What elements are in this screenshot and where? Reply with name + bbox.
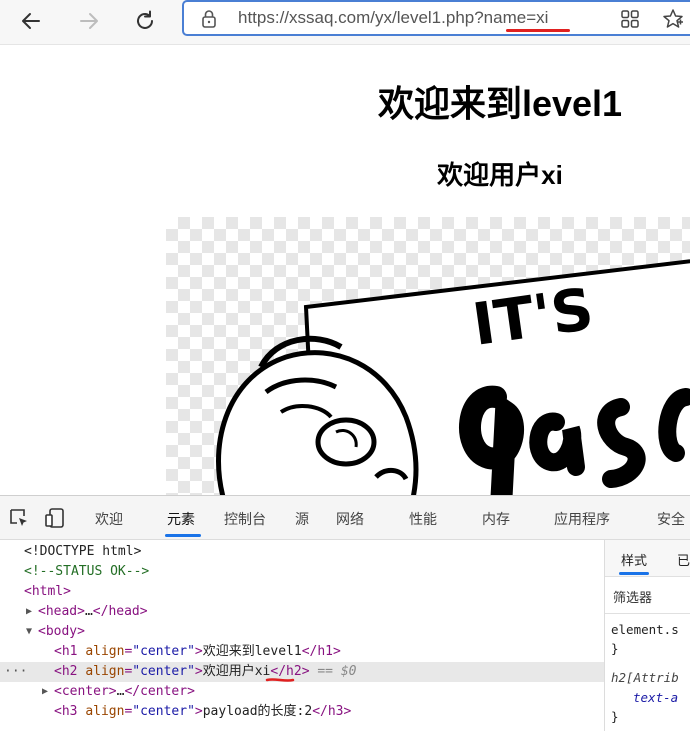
dom-line-html[interactable]: <html>	[0, 582, 604, 602]
dom-line-h2-selected[interactable]: ··· <h2 align="center">欢迎用户xi</h2> == $0	[0, 662, 604, 682]
page-heading-h2: 欢迎用户xi	[437, 160, 563, 190]
filter-input[interactable]: 筛选器	[605, 577, 690, 614]
expand-triangle-icon[interactable]: ▶	[26, 602, 32, 622]
device-emulation-icon[interactable]	[44, 507, 66, 533]
apps-icon[interactable]	[620, 9, 640, 33]
back-button[interactable]	[14, 4, 48, 38]
favorite-star-icon[interactable]	[662, 8, 684, 34]
url-text: https://xssaq.com/yx/level1.php?name=xi	[238, 8, 549, 27]
dom-line-head[interactable]: ▶ <head>…</head>	[0, 602, 604, 622]
dom-line-h3[interactable]: <h3 align="center">payload的长度:2</h3>	[0, 702, 604, 722]
inspect-element-icon[interactable]	[8, 507, 30, 533]
computed-tab[interactable]: 已	[677, 550, 690, 569]
dom-line-comment[interactable]: <!--STATUS OK-->	[0, 562, 604, 582]
elements-tree[interactable]: <!DOCTYPE html> <!--STATUS OK--> <html> …	[0, 540, 604, 731]
page-image: IT'S	[166, 217, 690, 495]
expand-triangle-icon[interactable]: ▶	[42, 682, 48, 702]
refresh-icon	[137, 10, 153, 29]
devtools-panel: 欢迎 元素 控制台 源 网络 性能 内存 应用程序 安全 <!DOCTYPE h…	[0, 495, 690, 731]
dom-line-center[interactable]: ▶ <center>…</center>	[0, 682, 604, 702]
browser-toolbar: https://xssaq.com/yx/level1.php?name=xi	[0, 0, 690, 45]
cartoon-image: IT'S	[216, 259, 690, 495]
devtools-tab-welcome[interactable]: 欢迎	[95, 509, 123, 529]
devtools-tabbar: 欢迎 元素 控制台 源 网络 性能 内存 应用程序 安全	[0, 496, 690, 540]
page-heading-h1: 欢迎来到level1	[377, 83, 623, 124]
devtools-tab-network[interactable]: 网络	[336, 509, 364, 529]
dom-line-body[interactable]: ▼ <body>	[0, 622, 604, 642]
lock-icon	[200, 9, 218, 33]
styles-tab[interactable]: 样式	[621, 550, 647, 569]
style-rule-close: }	[611, 641, 619, 656]
styles-tabbar: 样式 已	[605, 540, 690, 577]
attribute-rule-property: text-a	[633, 690, 679, 705]
collapse-triangle-icon[interactable]: ▼	[26, 622, 32, 642]
devtools-tab-sources[interactable]: 源	[295, 509, 309, 529]
dom-line-h1[interactable]: <h1 align="center">欢迎来到level1</h1>	[0, 642, 604, 662]
attribute-rule-close: }	[611, 709, 619, 724]
attribute-rule-selector: h2[Attrib	[611, 670, 679, 685]
active-tab-indicator	[165, 534, 201, 537]
arrow-left-icon	[22, 13, 40, 29]
forward-button[interactable]	[72, 4, 106, 38]
devtools-tab-elements[interactable]: 元素	[167, 509, 195, 529]
devtools-tab-application[interactable]: 应用程序	[554, 509, 610, 529]
browser-window: https://xssaq.com/yx/level1.php?name=xi …	[0, 0, 690, 731]
address-bar[interactable]: https://xssaq.com/yx/level1.php?name=xi	[182, 0, 690, 36]
devtools-tab-performance[interactable]: 性能	[409, 509, 437, 529]
style-rule-selector: element.s	[611, 622, 679, 637]
devtools-tab-security[interactable]: 安全	[657, 509, 685, 529]
arrow-right-icon	[80, 13, 98, 29]
dom-line-doctype[interactable]: <!DOCTYPE html>	[0, 542, 604, 562]
row-menu-dots[interactable]: ···	[4, 662, 27, 682]
styles-sidebar: 样式 已 筛选器 element.s } h2[Attrib text-a }	[604, 540, 690, 731]
url-red-underline	[506, 29, 570, 32]
refresh-button[interactable]	[128, 4, 162, 38]
devtools-tab-console[interactable]: 控制台	[224, 509, 266, 529]
page-viewport: 欢迎来到level1 欢迎用户xi IT'S	[0, 45, 690, 495]
devtools-tab-memory[interactable]: 内存	[482, 509, 510, 529]
styles-tab-indicator	[619, 572, 649, 575]
